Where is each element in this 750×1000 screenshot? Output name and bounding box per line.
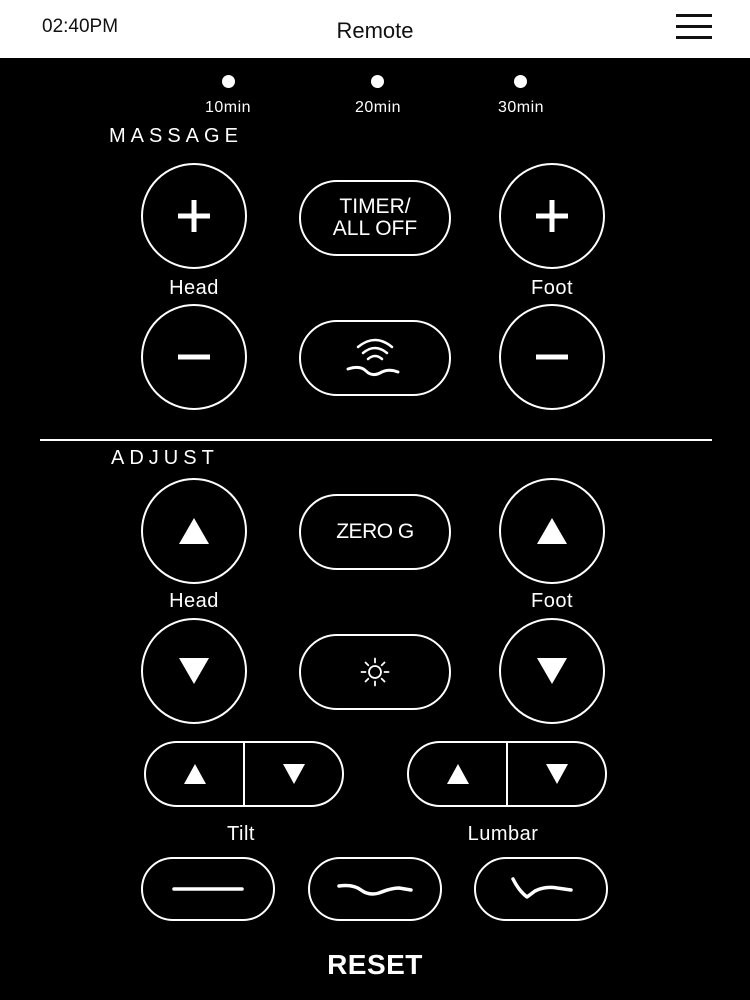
- wave-massage-icon: [346, 338, 400, 377]
- triangle-up-icon: [179, 518, 209, 544]
- lounge-preset-button[interactable]: [308, 857, 442, 921]
- triangle-up-icon: [537, 518, 567, 544]
- triangle-up-icon: [183, 764, 206, 784]
- triangle-down-icon: [179, 658, 209, 684]
- tilt-up-button[interactable]: [146, 743, 245, 805]
- massage-foot-label: Foot: [530, 277, 574, 299]
- adjust-head-label: Head: [169, 590, 219, 612]
- massage-head-minus-button[interactable]: [141, 304, 247, 410]
- massage-foot-minus-button[interactable]: [499, 304, 605, 410]
- adjust-foot-up-button[interactable]: [499, 478, 605, 584]
- zero-g-label: ZERO G: [336, 520, 414, 543]
- adjust-foot-down-button[interactable]: [499, 618, 605, 724]
- triangle-down-icon: [545, 764, 568, 784]
- tv-preset-button[interactable]: [474, 857, 608, 921]
- flat-position-icon: [172, 887, 244, 891]
- massage-foot-plus-button[interactable]: [499, 163, 605, 269]
- timer-30min-indicator: [514, 75, 527, 88]
- lounge-position-icon: [337, 883, 413, 896]
- lumbar-label: Lumbar: [467, 823, 539, 845]
- plus-icon: [536, 200, 568, 232]
- hamburger-icon[interactable]: [676, 14, 712, 40]
- timer-button-line2: ALL OFF: [332, 217, 418, 240]
- tilt-control: [144, 741, 344, 807]
- adjust-section-label: ADJUST: [111, 447, 219, 469]
- massage-wave-button[interactable]: [299, 320, 451, 396]
- adjust-head-up-button[interactable]: [141, 478, 247, 584]
- massage-head-label: Head: [169, 277, 219, 299]
- zero-g-button[interactable]: ZERO G: [299, 494, 451, 570]
- timer-10min-indicator: [222, 75, 235, 88]
- lumbar-down-button[interactable]: [508, 743, 605, 805]
- timer-20min-label: 20min: [354, 99, 402, 116]
- triangle-down-icon: [282, 764, 305, 784]
- plus-icon: [178, 200, 210, 232]
- massage-head-plus-button[interactable]: [141, 163, 247, 269]
- adjust-foot-label: Foot: [530, 590, 574, 612]
- sun-icon: [360, 657, 390, 687]
- lumbar-control: [407, 741, 607, 807]
- adjust-head-down-button[interactable]: [141, 618, 247, 724]
- timer-30min-label: 30min: [497, 99, 545, 116]
- page-title: Remote: [336, 18, 414, 43]
- lumbar-up-button[interactable]: [409, 743, 508, 805]
- flat-preset-button[interactable]: [141, 857, 275, 921]
- triangle-up-icon: [446, 764, 469, 784]
- tv-position-icon: [511, 877, 573, 899]
- section-divider: [40, 439, 712, 441]
- header-bar: 02:40PM Remote: [0, 0, 750, 58]
- timer-20min-indicator: [371, 75, 384, 88]
- timer-button-line1: TIMER/: [339, 195, 411, 218]
- minus-icon: [178, 354, 210, 360]
- light-button[interactable]: [299, 634, 451, 710]
- timer-all-off-button[interactable]: TIMER/ ALL OFF: [299, 180, 451, 256]
- massage-section-label: MASSAGE: [109, 125, 243, 147]
- minus-icon: [536, 354, 568, 360]
- tilt-down-button[interactable]: [245, 743, 342, 805]
- triangle-down-icon: [537, 658, 567, 684]
- timer-10min-label: 10min: [204, 99, 252, 116]
- tilt-label: Tilt: [227, 823, 255, 845]
- reset-button[interactable]: RESET: [275, 949, 475, 981]
